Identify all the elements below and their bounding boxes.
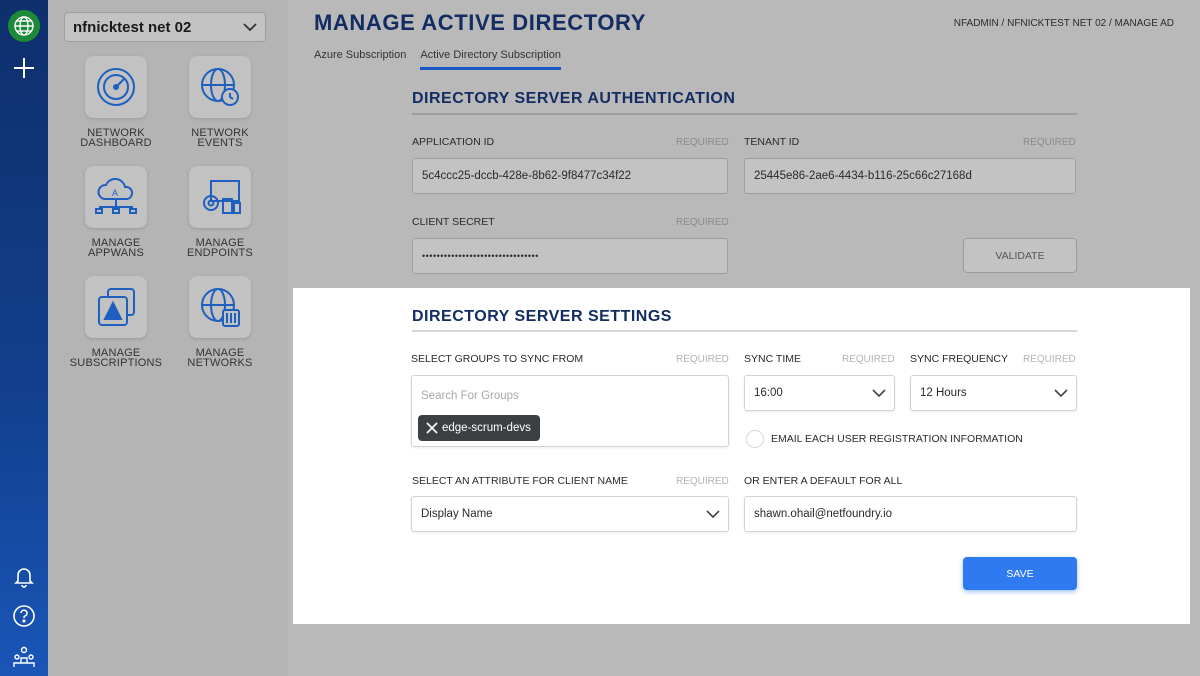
chevron-down-icon xyxy=(706,510,720,519)
tenant-id-value: 25445e86-2ae6-4434-b116-25c66c27168d xyxy=(754,170,972,182)
settings-section-title: DIRECTORY SERVER SETTINGS xyxy=(412,308,672,325)
page-title: MANAGE ACTIVE DIRECTORY xyxy=(314,10,647,35)
tile-manage-endpoints[interactable]: MANAGE ENDPOINTS xyxy=(165,166,275,259)
tile-label: MANAGE NETWORKS xyxy=(187,347,253,369)
chevron-down-icon xyxy=(872,389,886,398)
attribute-label: SELECT AN ATTRIBUTE FOR CLIENT NAME xyxy=(412,475,628,487)
network-selector[interactable]: nfnicktest net 02 xyxy=(64,12,266,42)
network-selector-value: nfnicktest net 02 xyxy=(73,18,192,36)
cloud-network-icon: A xyxy=(95,177,137,214)
chevron-down-icon xyxy=(243,23,257,32)
subscription-icon xyxy=(98,288,135,326)
groups-search-placeholder: Search For Groups xyxy=(421,390,519,402)
required-label: REQUIRED xyxy=(676,217,729,228)
tile-label: MANAGE SUBSCRIPTIONS xyxy=(69,347,163,369)
attribute-select[interactable]: Display Name xyxy=(411,496,729,532)
attribute-value: Display Name xyxy=(421,508,493,520)
auth-section-title: DIRECTORY SERVER AUTHENTICATION xyxy=(412,90,736,107)
add-icon[interactable] xyxy=(12,56,36,85)
help-icon[interactable] xyxy=(12,604,36,633)
required-label: REQUIRED xyxy=(676,354,729,365)
endpoints-icon xyxy=(203,180,241,214)
required-label: REQUIRED xyxy=(1023,137,1076,148)
side-panel: nfnicktest net 02 NETWORK DASHBOARD NETW… xyxy=(48,0,288,676)
app-id-label: APPLICATION ID xyxy=(412,136,495,148)
settings-card: DIRECTORY SERVER SETTINGS SELECT GROUPS … xyxy=(293,288,1190,624)
organization-icon[interactable] xyxy=(12,645,36,674)
groups-label: SELECT GROUPS TO SYNC FROM xyxy=(411,353,584,365)
tile-label: MANAGE ENDPOINTS xyxy=(187,237,253,259)
validate-button[interactable]: VALIDATE xyxy=(963,238,1077,273)
default-client-name-field[interactable]: shawn.ohail@netfoundry.io xyxy=(744,496,1077,532)
groups-search-field[interactable]: Search For Groups edge-scrum-devs xyxy=(411,375,729,447)
tile-manage-appwans[interactable]: A MANAGE APPWANS xyxy=(61,166,171,259)
tab-active-directory-subscription[interactable]: Active Directory Subscription xyxy=(420,49,561,70)
tile-manage-networks[interactable]: MANAGE NETWORKS xyxy=(165,276,275,369)
globe-clock-icon xyxy=(201,68,239,106)
save-button[interactable]: SAVE xyxy=(963,557,1077,590)
default-client-name-value: shawn.ohail@netfoundry.io xyxy=(754,508,893,520)
sync-frequency-value: 12 Hours xyxy=(920,387,967,399)
svg-text:A: A xyxy=(112,188,118,198)
sync-time-select[interactable]: 16:00 xyxy=(744,375,895,411)
tab-azure-subscription[interactable]: Azure Subscription xyxy=(314,49,406,67)
email-registration-label: EMAIL EACH USER REGISTRATION INFORMATION xyxy=(771,433,1023,445)
left-rail xyxy=(0,0,48,676)
tile-manage-subscriptions[interactable]: MANAGE SUBSCRIPTIONS xyxy=(61,276,171,369)
section-divider xyxy=(412,330,1077,332)
client-secret-value: •••••••••••••••••••••••••••••••• xyxy=(422,251,539,261)
globe-settings-icon xyxy=(201,288,240,327)
app-id-value: 5c4ccc25-dccb-428e-8b62-9f8477c34f22 xyxy=(422,170,632,182)
required-label: REQUIRED xyxy=(1023,354,1076,365)
tile-network-dashboard[interactable]: NETWORK DASHBOARD xyxy=(61,56,171,149)
required-label: REQUIRED xyxy=(676,137,729,148)
close-icon[interactable] xyxy=(426,422,438,434)
group-chip-label: edge-scrum-devs xyxy=(442,422,531,434)
sync-time-label: SYNC TIME xyxy=(744,353,801,365)
tenant-id-field[interactable]: 25445e86-2ae6-4434-b116-25c66c27168d xyxy=(744,158,1076,194)
tile-network-events[interactable]: NETWORK EVENTS xyxy=(165,56,275,149)
required-label: REQUIRED xyxy=(842,354,895,365)
gauge-icon xyxy=(97,68,135,106)
tenant-id-label: TENANT ID xyxy=(744,136,800,148)
client-secret-field[interactable]: •••••••••••••••••••••••••••••••• xyxy=(412,238,728,274)
section-divider xyxy=(412,113,1077,115)
group-chip[interactable]: edge-scrum-devs xyxy=(418,415,540,441)
bell-icon[interactable] xyxy=(12,564,36,593)
chevron-down-icon xyxy=(1054,389,1068,398)
default-label: OR ENTER A DEFAULT FOR ALL xyxy=(744,475,903,487)
email-registration-toggle[interactable] xyxy=(746,430,764,448)
sync-frequency-select[interactable]: 12 Hours xyxy=(910,375,1077,411)
sync-frequency-label: SYNC FREQUENCY xyxy=(910,353,1009,365)
tile-label: NETWORK DASHBOARD xyxy=(80,127,152,149)
tile-label: NETWORK EVENTS xyxy=(191,127,249,149)
tile-label: MANAGE APPWANS xyxy=(87,237,144,259)
sync-time-value: 16:00 xyxy=(754,387,783,399)
required-label: REQUIRED xyxy=(676,476,729,487)
tab-bar: Azure Subscription Active Directory Subsc… xyxy=(314,49,575,70)
client-secret-label: CLIENT SECRET xyxy=(412,216,495,228)
globe-icon[interactable] xyxy=(8,10,40,42)
app-id-field[interactable]: 5c4ccc25-dccb-428e-8b62-9f8477c34f22 xyxy=(412,158,728,194)
breadcrumb[interactable]: NFADMIN / NFNICKTEST NET 02 / MANAGE AD xyxy=(954,18,1174,29)
